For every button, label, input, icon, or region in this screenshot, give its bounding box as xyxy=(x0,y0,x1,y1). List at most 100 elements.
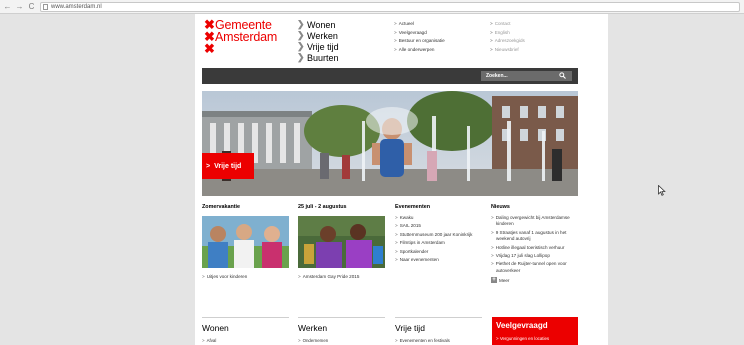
arrow-icon: > xyxy=(394,46,397,52)
arrow-icon: > xyxy=(491,244,494,250)
sub-nav-label: Bestuur en organisatie xyxy=(398,38,445,43)
arrow-icon: > xyxy=(490,29,493,35)
hero-photo xyxy=(202,91,578,196)
sub-nav-nieuwsbrief[interactable]: > Nieuwsbrief xyxy=(490,46,525,55)
sub-nav-veelgevraagd[interactable]: > Veelgevraagd xyxy=(394,29,445,38)
bottom-title: Werken xyxy=(298,323,328,333)
arrow-icon: > xyxy=(394,38,397,43)
address-bar[interactable]: www.amsterdam.nl xyxy=(40,1,740,12)
arrow-icon: > xyxy=(394,29,397,35)
more-label: Meer xyxy=(499,277,510,283)
list-item[interactable]: > Vrijdag 17 juli slag Lollipop xyxy=(491,253,578,259)
list-item[interactable]: > Daling overgewicht bij Amsterdamse kind… xyxy=(491,215,578,228)
arrow-icon: > xyxy=(298,274,301,279)
chevron-right-icon: ❯ xyxy=(297,41,305,51)
list-item-label: Naar evenementen xyxy=(399,257,439,263)
plus-icon: + xyxy=(491,277,497,284)
chevron-right-icon: > xyxy=(206,162,211,170)
link-label: Ondernemen xyxy=(302,338,329,343)
bottom-col-werken: Werken > Ondernemen xyxy=(298,317,385,343)
col-title: Zomervakantie xyxy=(202,204,241,210)
bottom-link[interactable]: > Afval xyxy=(202,338,289,343)
list-item[interactable]: > SAIL 2015 xyxy=(395,223,482,229)
link-label: Evenementen en festivals xyxy=(399,338,450,343)
arrow-icon: > xyxy=(490,46,493,52)
list-item-label: Vrijdag 17 juli slag Lollipop xyxy=(495,253,550,259)
bottom-col-vrije-tijd: Vrije tijd > Evenementen en festivals xyxy=(395,317,482,343)
list-item[interactable]: >9 Straatjes vanaf 1 augustus in het wee… xyxy=(491,230,578,243)
list-item-label: Daling overgewicht bij Amsterdamse kinde… xyxy=(495,215,570,227)
divider xyxy=(202,317,289,318)
link-label: Amsterdam Gay Pride 2015 xyxy=(302,274,360,279)
page-icon xyxy=(43,3,48,10)
search-placeholder: Zoeken... xyxy=(486,73,508,79)
col-gay-pride: 25 juli - 2 augustus > Amsterdam Gay Prid… xyxy=(298,204,385,279)
arrow-icon: > xyxy=(202,274,205,279)
veelgevraagd-title: Veelgevraagd xyxy=(496,321,548,330)
col-zomervakantie: Zomervakantie > Uitjes voor kinderen xyxy=(202,204,289,279)
arrow-icon: > xyxy=(395,257,398,263)
list-item[interactable]: > Sportkalender xyxy=(395,249,482,255)
list-item[interactable]: > Hotline illegaal toeristisch verhuur xyxy=(491,245,578,251)
sub-nav-primary: > Actueel > Veelgevraagd > Bestuur en organ… xyxy=(394,20,445,54)
sub-nav-alle-onderwerpen[interactable]: > Alle onderwerpen xyxy=(394,46,445,55)
chevron-right-icon: ❯ xyxy=(297,30,305,40)
arrow-icon: > xyxy=(395,223,398,229)
main-nav-werken[interactable]: ❯ Werken xyxy=(297,30,339,41)
chevron-right-icon: ❯ xyxy=(297,19,305,29)
sub-nav-adreszoekgids[interactable]: > Adreszoekgids xyxy=(490,37,525,46)
search-icon[interactable] xyxy=(559,72,566,79)
pride-photo xyxy=(298,216,385,268)
link-gay-pride[interactable]: > Amsterdam Gay Pride 2015 xyxy=(298,274,385,279)
back-button[interactable]: ← xyxy=(3,2,12,11)
zomervakantie-image[interactable] xyxy=(202,216,289,268)
list-item[interactable]: > Kwaku xyxy=(395,215,482,221)
reload-button[interactable]: C xyxy=(27,2,36,11)
list-item[interactable]: > Piethet de Ruijter-tunnel open voor aut… xyxy=(491,261,578,274)
arrow-icon: > xyxy=(490,21,493,26)
veelgevraagd-box[interactable]: Veelgevraagd > Vergunningen en locaties xyxy=(492,317,578,345)
main-nav-buurten[interactable]: ❯ Buurten xyxy=(297,52,339,63)
sub-nav-english[interactable]: > English xyxy=(490,29,525,38)
bottom-link[interactable]: > Ondernemen xyxy=(298,338,385,343)
sub-nav-label: Veelgevraagd xyxy=(398,29,427,35)
main-nav-label: Buurten xyxy=(307,52,339,63)
list-item-label: Filmtips in Amsterdam xyxy=(399,240,445,246)
bottom-link[interactable]: > Evenementen en festivals xyxy=(395,338,482,343)
sub-nav-label: English xyxy=(494,29,510,35)
arrow-icon: > xyxy=(395,338,398,343)
kids-photo xyxy=(202,216,289,268)
sub-nav-bestuur[interactable]: > Bestuur en organisatie xyxy=(394,37,445,46)
arrow-icon: > xyxy=(394,21,397,26)
hero-banner[interactable]: > Vrije tijd xyxy=(202,91,578,196)
sub-nav-contact[interactable]: > Contact xyxy=(490,20,525,29)
list-item-label: SAIL 2015 xyxy=(399,223,421,229)
more-news-link[interactable]: + Meer xyxy=(491,277,578,284)
list-item-label: Stutternmuseum 200 jaar Koninkrijk xyxy=(399,231,473,237)
col-title: 25 juli - 2 augustus xyxy=(298,204,347,210)
main-nav-label: Vrije tijd xyxy=(307,41,339,52)
mouse-cursor-icon xyxy=(658,185,666,196)
forward-button[interactable]: → xyxy=(15,2,24,11)
list-item[interactable]: > Filmtips in Amsterdam xyxy=(395,240,482,246)
list-item[interactable]: > Stutternmuseum 200 jaar Koninkrijk xyxy=(395,232,482,238)
arrow-icon: > xyxy=(491,253,494,259)
arrow-icon: > xyxy=(395,215,398,220)
list-item[interactable]: > Naar evenementen xyxy=(395,257,482,263)
col-evenementen: Evenementen > Kwaku > SAIL 2015 > Stutternm… xyxy=(395,204,482,263)
search-input[interactable]: Zoeken... xyxy=(481,71,572,81)
list-item-label: Sportkalender xyxy=(399,248,429,254)
link-uitjes-kinderen[interactable]: > Uitjes voor kinderen xyxy=(202,274,289,279)
arrow-icon: > xyxy=(491,261,494,267)
gemeente-logo[interactable]: ✖ Gemeente ✖ Amsterdam ✖ xyxy=(204,18,277,56)
logo-x-icon: ✖ xyxy=(204,41,215,56)
main-nav-wonen[interactable]: ❯ Wonen xyxy=(297,19,339,30)
hero-tag-vrije-tijd[interactable]: > Vrije tijd xyxy=(202,153,254,179)
divider xyxy=(298,317,385,318)
main-nav-vrije-tijd[interactable]: ❯ Vrije tijd xyxy=(297,41,339,52)
list-item-label: Kwaku xyxy=(399,215,414,220)
sub-nav-actueel[interactable]: > Actueel xyxy=(394,20,445,29)
veelgevraagd-link[interactable]: > Vergunningen en locaties xyxy=(496,336,574,341)
gay-pride-image[interactable] xyxy=(298,216,385,268)
arrow-icon: > xyxy=(395,240,398,246)
